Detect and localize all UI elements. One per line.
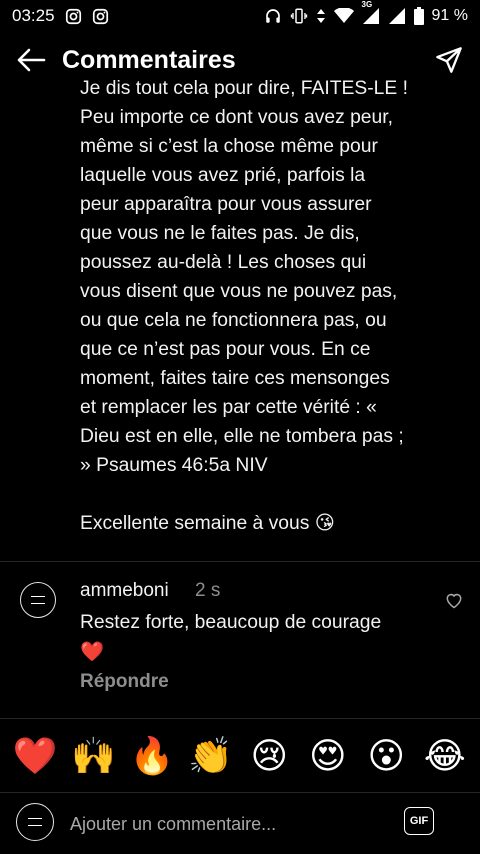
comment-time: 2 s <box>195 580 221 601</box>
data-transfer-icon <box>316 8 326 24</box>
emoji-reaction-button[interactable]: 😢 <box>243 735 295 776</box>
caption-line: Peu importe ce dont vous avez peur, <box>80 107 393 128</box>
cell-signal-icon <box>388 7 406 25</box>
emoji-reaction-button[interactable]: 🔥 <box>126 735 178 776</box>
instagram-icon <box>65 8 82 25</box>
caption-line: moment, faites taire ces mensonges <box>80 368 390 389</box>
instagram-icon <box>92 8 109 25</box>
network-type: 3G <box>361 0 373 9</box>
page-title: Commentaires <box>62 45 236 74</box>
caption-line: ou que cela ne fonctionnera pas, ou <box>80 310 387 331</box>
caption-line: Dieu est en elle, elle ne tombera pas ; <box>80 426 404 447</box>
avatar <box>16 803 54 841</box>
divider <box>0 561 480 562</box>
status-bar: 03:25 3G 91 % <box>0 0 480 32</box>
arrow-left-icon <box>17 48 46 72</box>
send-icon <box>436 47 462 73</box>
heart-emoji: ❤️ <box>80 642 105 663</box>
gif-button[interactable]: GIF <box>404 807 434 835</box>
comment-input[interactable] <box>68 809 392 839</box>
caption-line: laquelle vous avez prié, parfois la <box>80 165 366 186</box>
vibrate-icon <box>290 7 308 25</box>
emoji-reaction-button[interactable]: 👏 <box>185 735 237 776</box>
caption-line: » Psaumes 46:5a NIV <box>80 455 268 476</box>
emoji-reaction-button[interactable]: 🙌 <box>68 735 120 776</box>
caption-line: même si c’est la chose même pour <box>80 136 378 157</box>
avatar[interactable] <box>20 582 56 618</box>
status-time: 03:25 <box>12 6 55 25</box>
headphones-icon <box>264 7 282 25</box>
comment-item: ammeboni 2 s Restez forte, beaucoup de c… <box>0 576 480 706</box>
battery-icon <box>413 7 424 25</box>
caption-closing: Excellente semaine à vous 😘 <box>80 513 335 534</box>
back-button[interactable] <box>14 43 48 77</box>
emoji-reaction-button[interactable]: ❤️ <box>9 735 61 776</box>
heart-icon[interactable] <box>444 590 464 610</box>
caption-line: et remplacer les par cette vérité : « <box>80 397 377 418</box>
caption-line: peur apparaîtra pour vous assurer <box>80 194 372 215</box>
wifi-icon <box>333 8 354 24</box>
caption-line: que vous ne le faites pas. Je dis, <box>80 223 360 244</box>
emoji-reaction-button[interactable]: 😍 <box>302 735 354 776</box>
caption-line: Je dis tout cela pour dire, FAITES-LE ! <box>80 78 408 99</box>
comment-text: Restez forte, beaucoup de courage ❤️ <box>80 608 420 668</box>
battery-percent: 91 % <box>431 7 468 24</box>
emoji-reaction-button[interactable]: 😂 <box>419 735 471 776</box>
emoji-reaction-button[interactable]: 😮 <box>360 735 412 776</box>
share-button[interactable] <box>432 43 466 77</box>
post-caption: Je dis tout cela pour dire, FAITES-LE ! P… <box>80 74 450 538</box>
comment-text-body: Restez forte, beaucoup de courage <box>80 612 382 633</box>
emoji-bar: ❤️ 🙌 🔥 👏 😢 😍 😮 😂 <box>0 718 480 792</box>
caption-line: que ce n’est pas pour vous. En ce <box>80 339 371 360</box>
caption-line: poussez au-delà ! Les choses qui <box>80 252 367 273</box>
caption-lines: Je dis tout cela pour dire, FAITES-LE ! P… <box>80 74 450 480</box>
reply-button[interactable]: Répondre <box>80 671 169 693</box>
caption-line: vous disent que vous ne pouvez pas, <box>80 281 398 302</box>
comment-composer: GIF <box>0 792 480 854</box>
comment-username[interactable]: ammeboni <box>80 580 169 602</box>
cell-signal-icon: 3G <box>362 0 380 25</box>
